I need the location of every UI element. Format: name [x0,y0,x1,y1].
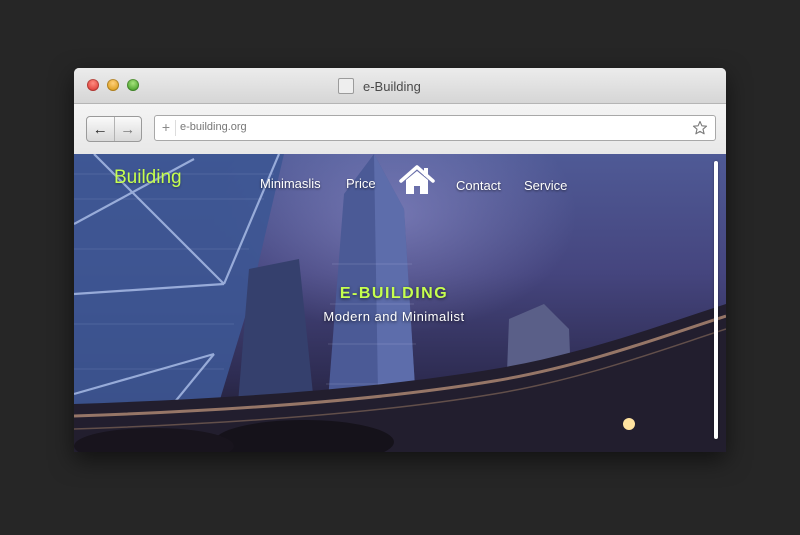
back-button[interactable]: ← [87,117,115,141]
arrow-right-icon: → [120,120,136,138]
page-icon [338,78,354,94]
nav-link-contact[interactable]: Contact [456,178,501,193]
window-title: e-Building [363,78,421,94]
site-logo[interactable]: Building [114,167,182,189]
hero-title: E-BUILDING [339,285,449,302]
address-divider [175,120,176,136]
scrollbar-thumb[interactable] [714,161,718,439]
forward-button[interactable]: → [115,117,142,141]
title-bar: e-Building [74,68,726,104]
hero-subtitle: Modern and Minimalist [323,309,465,324]
address-bar[interactable]: + e-building.org [154,115,716,141]
url-text[interactable]: e-building.org [180,121,247,133]
arrow-left-icon: ← [92,120,108,138]
browser-toolbar: ← → + e-building.org [74,104,726,155]
city-skyline-background [74,154,726,452]
add-icon[interactable]: + [159,118,173,136]
browser-window: e-Building ← → + e-building.org Building… [74,68,726,452]
nav-link-service[interactable]: Service [524,178,567,193]
minimize-window-button[interactable] [107,79,119,91]
close-window-button[interactable] [87,79,99,91]
home-icon[interactable] [399,164,435,196]
navigation-buttons: ← → [86,116,142,142]
star-icon[interactable] [692,120,708,136]
maximize-window-button[interactable] [127,79,139,91]
nav-link-price[interactable]: Price [346,176,376,191]
nav-link-minimaslis[interactable]: Minimaslis [260,176,321,191]
scrollbar[interactable] [712,159,721,442]
web-page: Building Minimaslis Price Contact Servic… [74,154,726,452]
window-title-group: e-Building [338,77,421,95]
